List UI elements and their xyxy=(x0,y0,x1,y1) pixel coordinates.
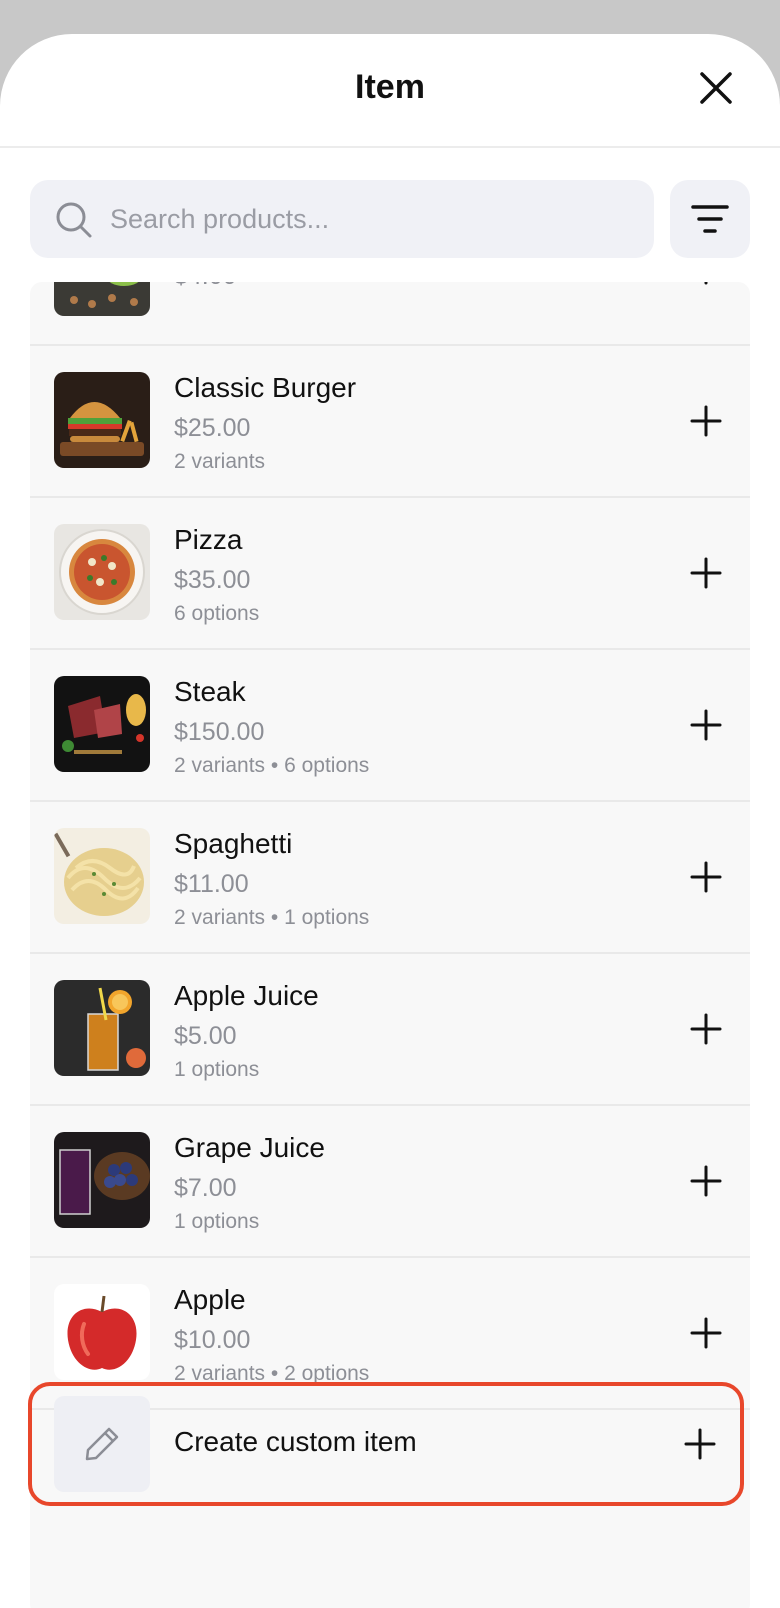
product-price: $7.00 xyxy=(174,1174,237,1202)
plus-icon xyxy=(690,1317,722,1349)
list-item[interactable]: Classic Burger $25.00 2 variants xyxy=(30,346,750,498)
product-meta: 2 variants • 1 options xyxy=(174,906,370,929)
search-input[interactable] xyxy=(110,180,630,258)
add-item-button[interactable] xyxy=(688,282,724,287)
list-item[interactable]: $4.00 xyxy=(30,282,750,346)
close-icon xyxy=(700,72,732,104)
product-thumbnail-burger xyxy=(54,372,150,468)
search-icon xyxy=(56,202,92,238)
list-item[interactable]: Apple Juice $5.00 1 options xyxy=(30,954,750,1106)
create-custom-item-button[interactable]: Create custom item xyxy=(28,1382,744,1506)
product-price: $150.00 xyxy=(174,718,265,746)
add-item-button[interactable] xyxy=(688,555,724,591)
add-item-button[interactable] xyxy=(688,707,724,743)
product-name: Spaghetti xyxy=(174,828,293,859)
product-price: $5.00 xyxy=(174,1022,237,1050)
product-meta: 6 options xyxy=(174,602,260,625)
add-item-button[interactable] xyxy=(688,859,724,895)
custom-item-add-button[interactable] xyxy=(682,1426,718,1462)
product-meta: 1 options xyxy=(174,1210,260,1233)
product-thumbnail-pizza xyxy=(54,524,150,620)
list-item[interactable]: Steak $150.00 2 variants • 6 options xyxy=(30,650,750,802)
plus-icon xyxy=(684,1428,716,1460)
search-box[interactable] xyxy=(30,180,654,258)
add-item-button[interactable] xyxy=(688,1163,724,1199)
product-meta: 1 options xyxy=(174,1058,260,1081)
product-name: Pizza xyxy=(174,524,243,555)
product-meta: 2 variants xyxy=(174,450,266,473)
close-button[interactable] xyxy=(694,66,738,110)
custom-item-thumbnail xyxy=(54,1396,150,1492)
plus-icon xyxy=(690,709,722,741)
product-name: Apple xyxy=(174,1284,246,1315)
product-price: $10.00 xyxy=(174,1326,251,1354)
plus-icon xyxy=(690,405,722,437)
product-thumbnail-apple xyxy=(54,1284,150,1380)
product-thumbnail-grape-juice xyxy=(54,1132,150,1228)
product-price: $25.00 xyxy=(174,414,251,442)
product-name: Apple Juice xyxy=(174,980,319,1011)
plus-icon xyxy=(690,557,722,589)
product-thumbnail-apple-juice xyxy=(54,980,150,1076)
product-name: Grape Juice xyxy=(174,1132,325,1163)
product-price: $35.00 xyxy=(174,566,251,594)
filter-icon xyxy=(691,205,729,233)
add-item-button[interactable] xyxy=(688,1315,724,1351)
pencil-icon xyxy=(85,1427,119,1461)
sheet-header: Item xyxy=(0,34,780,148)
custom-item-label: Create custom item xyxy=(174,1426,417,1457)
product-thumbnail-steak xyxy=(54,676,150,772)
product-name: Steak xyxy=(174,676,246,707)
item-picker-sheet: Item Search products... Classic Burger $… xyxy=(0,34,780,1608)
list-item[interactable]: Grape Juice $7.00 1 options xyxy=(30,1106,750,1258)
plus-icon xyxy=(690,1165,722,1197)
plus-icon xyxy=(690,1013,722,1045)
product-price: $4.00 xyxy=(174,282,237,291)
product-name: Classic Burger xyxy=(174,372,357,403)
product-meta: 2 variants • 6 options xyxy=(174,754,370,777)
list-item[interactable]: Spaghetti $11.00 2 variants • 1 options xyxy=(30,802,750,954)
filter-button[interactable] xyxy=(670,180,750,258)
product-price: $11.00 xyxy=(174,870,249,898)
page-title: Item xyxy=(355,68,425,106)
product-list-inner: $4.00 xyxy=(30,282,750,1410)
plus-icon xyxy=(690,861,722,893)
add-item-button[interactable] xyxy=(688,1011,724,1047)
product-thumbnail-salad xyxy=(54,282,150,316)
add-item-button[interactable] xyxy=(688,403,724,439)
plus-icon xyxy=(704,282,708,285)
product-thumbnail-spaghetti xyxy=(54,828,150,924)
list-item[interactable]: Pizza $35.00 6 options xyxy=(30,498,750,650)
